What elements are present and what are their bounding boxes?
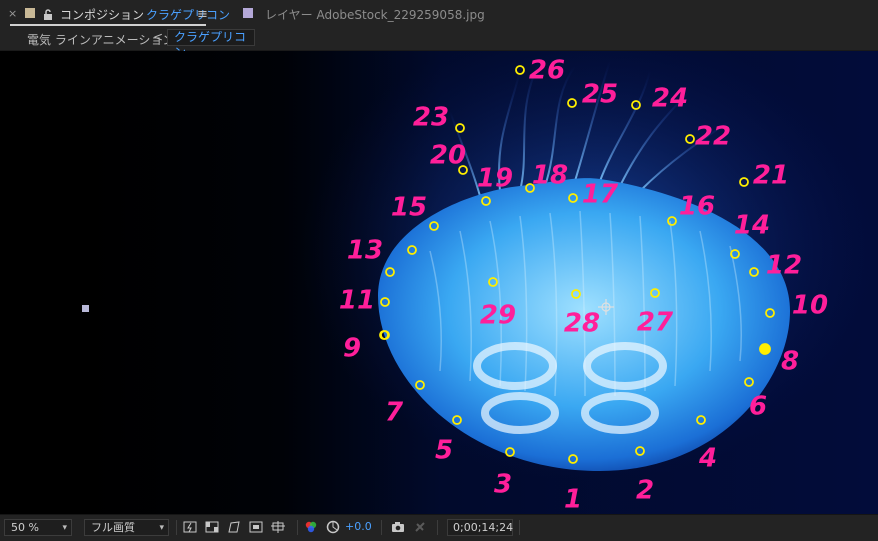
annotation-number: 20 <box>430 141 466 171</box>
breadcrumb-current[interactable]: クラゲプリコン <box>167 29 255 59</box>
viewer-canvas: 1 23456789101112131415 1617181920212223242… <box>0 51 878 514</box>
divider <box>437 520 438 535</box>
annotation-number: 16 <box>679 192 715 222</box>
annotation-number: 15 <box>391 193 427 223</box>
pasteboard <box>0 51 84 514</box>
annotation-number: 4 <box>698 444 717 474</box>
grid-guides-icon[interactable] <box>271 520 285 534</box>
annotation-number: 23 <box>413 103 449 133</box>
annotation-number: 27 <box>637 308 674 338</box>
tab-composition-name: クラゲプリコン <box>146 7 231 22</box>
annotation-number: 2 <box>636 476 654 506</box>
composition-viewer[interactable]: 1 2 3 4 5 6 7 8 9 10 11 12 13 14 15 16 17 18 19 20 21 22 23 24 2… <box>0 51 878 514</box>
annotation-number: 25 <box>582 80 618 110</box>
zoom-value: 50 % <box>11 521 39 534</box>
annotation-number: 24 <box>652 84 688 114</box>
annotation-number: 22 <box>695 122 731 152</box>
annotation-number: 8 <box>781 347 799 377</box>
chevron-down-icon: ▾ <box>159 523 164 533</box>
annotation-number: 12 <box>766 251 802 281</box>
resolution-value: フル画質 <box>91 521 135 534</box>
comp-color-swatch-icon <box>25 8 35 18</box>
annotation-number: 13 <box>347 236 383 266</box>
tab-layer[interactable]: レイヤー AdobeStock_229259058.jpg <box>265 0 485 28</box>
annotation-number: 26 <box>529 56 565 86</box>
annotation-number: 29 <box>480 301 516 331</box>
layer-color-swatch-icon <box>243 8 253 18</box>
annotation-number: 6 <box>749 392 767 422</box>
fast-previews-icon[interactable] <box>183 520 197 534</box>
annotation-number: 17 <box>582 180 619 210</box>
annotation-number: 19 <box>477 164 513 194</box>
transparency-grid-icon[interactable] <box>205 520 219 534</box>
annotation-number: 9 <box>343 334 361 364</box>
annotation-number: 1 <box>564 485 582 515</box>
composition-breadcrumb: 電気 ラインアニメーション < クラゲプリコン <box>0 28 878 59</box>
close-tab-icon[interactable]: × <box>8 7 17 20</box>
divider <box>519 520 520 535</box>
exposure-value[interactable]: +0.0 <box>345 520 372 533</box>
annotation-number: 11 <box>339 286 375 316</box>
annotation-number: 28 <box>564 309 600 339</box>
divider <box>176 520 177 535</box>
annotation-number: 10 <box>792 291 828 321</box>
annotation-number: 3 <box>494 470 512 500</box>
breadcrumb-arrow-icon[interactable]: < <box>153 30 163 44</box>
annotation-number: 7 <box>385 398 404 428</box>
annotation-number: 5 <box>435 436 453 466</box>
region-of-interest-icon[interactable] <box>249 520 263 534</box>
active-tab-indicator <box>10 24 206 26</box>
lock-icon[interactable] <box>43 6 53 25</box>
composition-tab-bar: × コンポジション クラゲプリコン ≡ レイヤー AdobeStock_2292… <box>0 0 878 28</box>
camera-snapshot-icon[interactable] <box>391 520 405 534</box>
mask-visibility-icon[interactable] <box>227 520 241 534</box>
annotation-number: 14 <box>734 211 770 241</box>
layer-handle[interactable] <box>82 305 89 312</box>
divider <box>297 520 298 535</box>
tab-composition-prefix: コンポジション <box>60 7 145 22</box>
chevron-down-icon: ▾ <box>62 523 67 533</box>
current-time-display[interactable]: 0;00;14;24 <box>447 519 513 536</box>
show-snapshot-icon[interactable] <box>413 520 427 534</box>
panel-menu-icon[interactable]: ≡ <box>197 7 208 22</box>
resolution-select[interactable]: フル画質 ▾ <box>84 519 169 536</box>
reset-exposure-icon[interactable] <box>326 520 340 534</box>
annotation-number: 18 <box>532 161 568 191</box>
viewer-toolbar: 50 % ▾ フル画質 ▾ +0.0 0;00;14;24 <box>0 514 878 541</box>
selected-mask-point[interactable] <box>759 343 771 355</box>
divider <box>381 520 382 535</box>
zoom-select[interactable]: 50 % ▾ <box>4 519 72 536</box>
channel-rgb-icon[interactable] <box>304 520 318 534</box>
annotation-number: 21 <box>753 161 789 191</box>
